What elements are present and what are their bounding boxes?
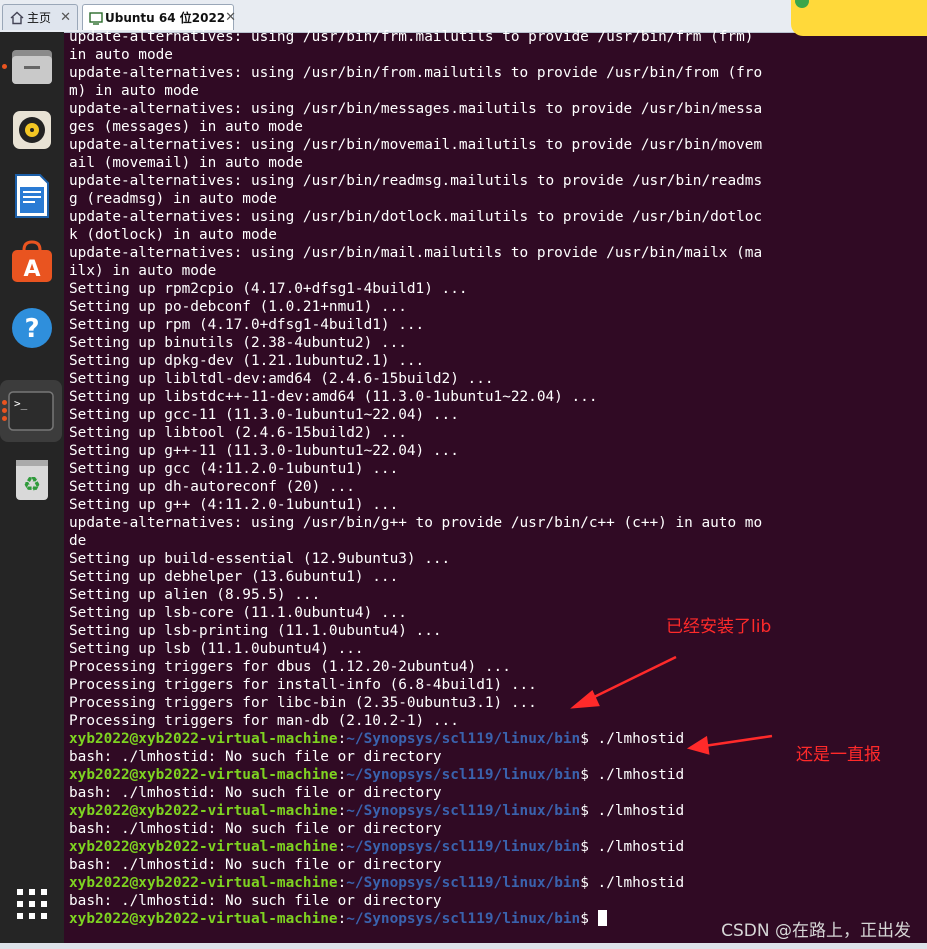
annotation-note-1: 已经安装了lib xyxy=(666,617,772,637)
watermark: CSDN @在路上，正出发 xyxy=(721,921,911,941)
annotation-arrows xyxy=(570,655,773,755)
annotation-arrow-1 xyxy=(587,655,677,702)
annotation-note-2: 还是一直报 xyxy=(796,745,881,765)
bottom-strip xyxy=(0,943,927,949)
annotation-arrow-2 xyxy=(703,734,773,748)
annotation-arrowhead-1 xyxy=(570,689,600,709)
annotation-arrowhead-2 xyxy=(686,735,710,755)
